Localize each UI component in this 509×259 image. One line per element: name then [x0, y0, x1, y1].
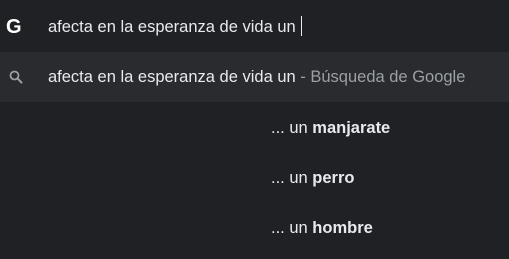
tail-prefix: ... un: [271, 119, 313, 137]
google-g-icon: G: [6, 14, 26, 38]
text-caret: [300, 16, 302, 36]
svg-text:G: G: [6, 16, 22, 38]
suggestion-provider: Búsqueda de Google: [310, 68, 466, 86]
search-icon: [9, 70, 23, 84]
suggestion-tail-text: ... un hombre: [271, 218, 373, 238]
suggestion-list: afecta en la esperanza de vida un - Búsq…: [0, 52, 509, 259]
suggestion-query: afecta en la esperanza de vida un: [48, 68, 296, 86]
suggestion-separator: -: [295, 68, 311, 86]
omnibox[interactable]: G afecta en la esperanza de vida un: [0, 0, 509, 52]
suggestion-tail-text: ... un perro: [271, 168, 354, 188]
tail-prefix: ... un: [271, 169, 313, 187]
tail-completion: perro: [312, 169, 355, 187]
tail-prefix: ... un: [271, 219, 313, 237]
tail-completion: hombre: [312, 219, 373, 237]
suggestion-item-search[interactable]: afecta en la esperanza de vida un - Búsq…: [0, 52, 509, 102]
suggestion-text: afecta en la esperanza de vida un - Búsq…: [48, 67, 465, 87]
omnibox-query-text: afecta en la esperanza de vida un: [48, 18, 296, 36]
suggestion-tail-text: ... un manjarate: [271, 118, 390, 138]
omnibox-input[interactable]: afecta en la esperanza de vida un: [48, 16, 302, 37]
tail-completion: manjarate: [312, 119, 391, 137]
